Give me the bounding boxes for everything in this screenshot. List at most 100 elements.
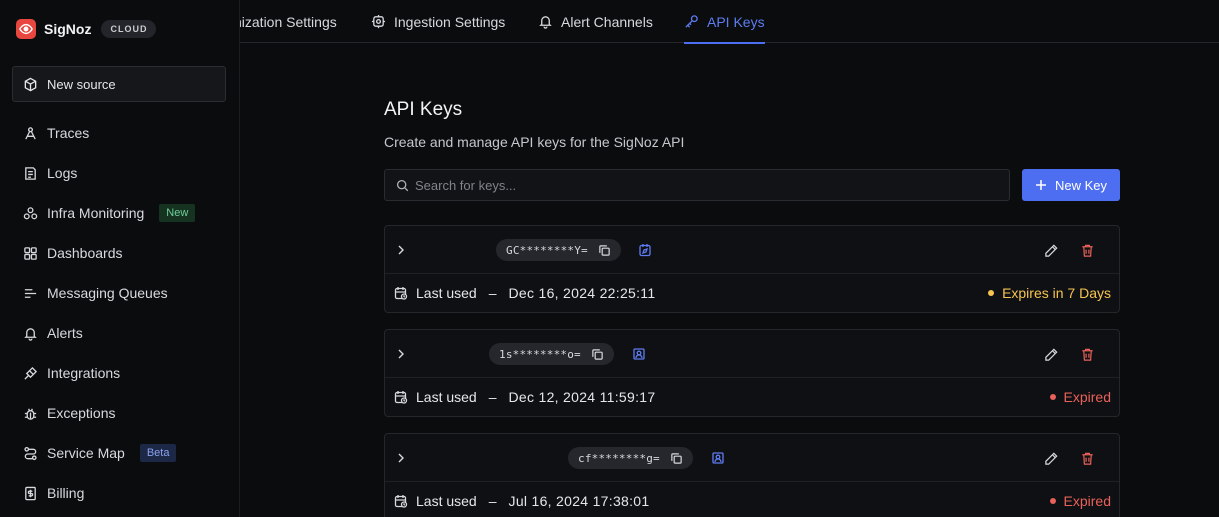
new-source-label: New source	[47, 76, 116, 92]
brand[interactable]: SigNoz CLOUD	[16, 19, 157, 39]
key-icon	[685, 15, 698, 28]
separator: –	[488, 285, 497, 301]
trash-icon[interactable]	[1080, 347, 1095, 362]
calendar-clock-icon	[394, 495, 408, 508]
copy-icon[interactable]	[598, 244, 611, 257]
masked-key-text: cf********g=	[578, 451, 660, 465]
tab-ingestion-settings[interactable]: Ingestion Settings	[371, 0, 505, 43]
sidebar-item-label: Dashboards	[47, 245, 123, 261]
masked-key-text: GC********Y=	[506, 243, 588, 257]
api-key-card-header[interactable]: cf********g=	[385, 434, 1119, 482]
sidebar-nav: Traces Logs Infra Monitoring New Dashboa…	[0, 113, 236, 513]
new-key-button[interactable]: New Key	[1022, 169, 1120, 201]
api-key-card-footer: Last used – Dec 16, 2024 22:25:11 Expire…	[385, 274, 1119, 312]
new-key-label: New Key	[1054, 177, 1108, 193]
calendar-clock-icon	[394, 287, 408, 300]
sidebar-item-messaging-queues[interactable]: Messaging Queues	[0, 273, 236, 313]
expiry-status: Expired	[1049, 493, 1111, 509]
tab-label: nization Settings	[234, 13, 337, 30]
plus-icon	[1035, 180, 1046, 190]
last-used-label: Last used	[416, 493, 477, 509]
status-dot	[1049, 498, 1056, 504]
api-key-card: 1s********o= Last used – Dec 12, 2024 11…	[384, 329, 1120, 417]
sidebar-item-dashboards[interactable]: Dashboards	[0, 233, 236, 273]
sidebar-item-exceptions[interactable]: Exceptions	[0, 393, 236, 433]
status-text: Expires in 7 Days	[1002, 285, 1111, 301]
api-key-card: cf********g= Last used – Jul 16, 2024 17…	[384, 433, 1120, 517]
sidebar-item-label: Service Map	[47, 445, 125, 461]
api-key-card-header[interactable]: 1s********o=	[385, 330, 1119, 378]
sidebar-item-service-map[interactable]: Service Map Beta	[0, 433, 236, 473]
queue-icon	[24, 288, 37, 298]
page-title: API Keys	[384, 99, 463, 120]
search-box[interactable]	[384, 169, 1010, 201]
app-root: nization Settings Ingestion Settings Ale…	[0, 0, 1219, 517]
sidebar: SigNoz CLOUD New source Traces Logs Infr…	[0, 0, 240, 517]
trash-icon[interactable]	[1080, 243, 1095, 258]
search-input[interactable]	[415, 177, 995, 193]
calendar-clock-icon	[394, 391, 408, 404]
sidebar-item-traces[interactable]: Traces	[0, 113, 236, 153]
status-text: Expired	[1063, 493, 1111, 509]
plug-icon	[24, 366, 38, 380]
pencil-icon[interactable]	[1044, 451, 1059, 466]
sidebar-item-label: Logs	[47, 165, 78, 181]
sidebar-item-integrations[interactable]: Integrations	[0, 353, 236, 393]
tab-label: Ingestion Settings	[394, 13, 506, 30]
sidebar-item-label: Integrations	[47, 365, 121, 381]
editor-role-icon	[639, 244, 651, 257]
bell-icon	[539, 16, 552, 29]
status-dot	[988, 290, 995, 296]
billing-icon	[25, 486, 36, 500]
new-source-button[interactable]: New source	[12, 66, 226, 102]
chevron-right-icon[interactable]	[394, 451, 408, 465]
chevron-right-icon[interactable]	[394, 347, 408, 361]
masked-key-text: 1s********o=	[499, 347, 581, 361]
eye-icon	[16, 19, 36, 39]
tab-organization-settings[interactable]: nization Settings	[234, 0, 337, 43]
last-used-timestamp: Dec 16, 2024 22:25:11	[508, 285, 656, 301]
tab-alert-channels[interactable]: Alert Channels	[538, 0, 653, 43]
status-text: Expired	[1063, 389, 1111, 405]
trash-icon[interactable]	[1080, 451, 1095, 466]
api-key-card-header[interactable]: GC********Y=	[385, 226, 1119, 274]
last-used-timestamp: Jul 16, 2024 17:38:01	[508, 493, 650, 509]
tab-label: API Keys	[707, 13, 765, 30]
sidebar-item-label: Billing	[47, 485, 85, 501]
sidebar-item-label: Traces	[47, 125, 90, 141]
sidebar-item-logs[interactable]: Logs	[0, 153, 236, 193]
new-badge: New	[159, 204, 196, 222]
sidebar-item-label: Exceptions	[47, 405, 116, 421]
sidebar-item-billing[interactable]: Billing	[0, 473, 236, 513]
expiry-status: Expires in 7 Days	[988, 285, 1111, 301]
tab-api-keys[interactable]: API Keys	[684, 0, 765, 44]
bug-icon	[24, 408, 37, 420]
masked-key: GC********Y=	[496, 239, 621, 261]
copy-icon[interactable]	[591, 348, 604, 361]
brand-name: SigNoz	[44, 21, 92, 37]
last-used-label: Last used	[416, 389, 477, 405]
traces-icon	[25, 126, 36, 139]
sidebar-item-infra-monitoring[interactable]: Infra Monitoring New	[0, 193, 236, 233]
expiry-status: Expired	[1049, 389, 1111, 405]
sidebar-item-label: Alerts	[47, 325, 83, 341]
cloud-badge: CLOUD	[101, 20, 157, 38]
settings-tabbar: nization Settings Ingestion Settings Ale…	[234, 0, 1219, 44]
last-used-label: Last used	[416, 285, 477, 301]
chevron-right-icon[interactable]	[394, 243, 408, 257]
cube-icon	[24, 77, 37, 91]
infra-icon	[23, 206, 38, 219]
admin-role-icon	[633, 348, 645, 360]
admin-role-icon	[712, 452, 724, 464]
pencil-icon[interactable]	[1044, 347, 1059, 362]
sidebar-item-label: Messaging Queues	[47, 285, 168, 301]
logs-icon	[25, 166, 36, 180]
sidebar-item-alerts[interactable]: Alerts	[0, 313, 236, 353]
status-dot	[1049, 394, 1056, 400]
route-icon	[24, 446, 37, 460]
sidebar-item-label: Infra Monitoring	[47, 205, 145, 221]
copy-icon[interactable]	[670, 452, 683, 465]
api-key-card-footer: Last used – Dec 12, 2024 11:59:17 Expire…	[385, 378, 1119, 416]
masked-key: 1s********o=	[489, 343, 614, 365]
pencil-icon[interactable]	[1044, 243, 1059, 258]
